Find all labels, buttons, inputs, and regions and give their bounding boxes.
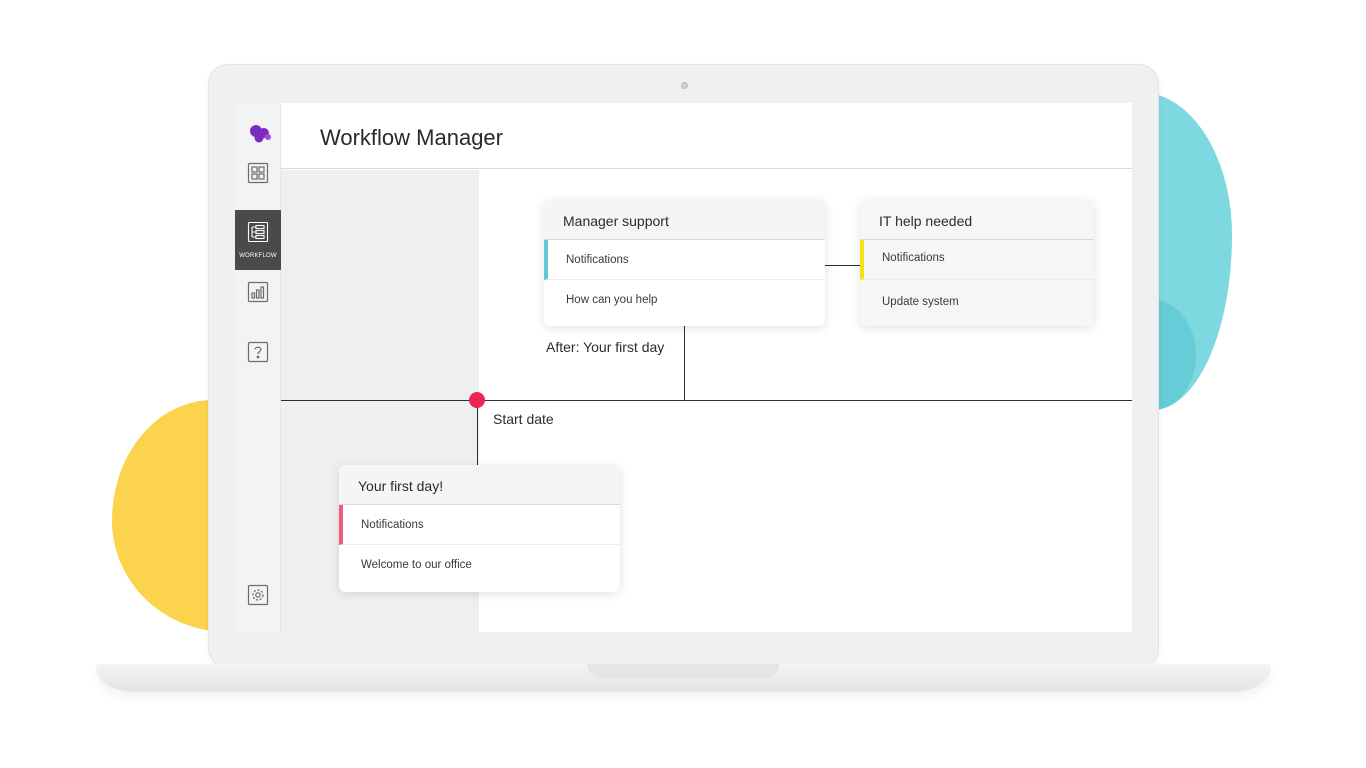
- page-header: Workflow Manager: [281, 103, 1132, 169]
- sidebar-item-workflow[interactable]: WORKFLOW: [235, 210, 281, 270]
- card-row-notifications[interactable]: Notifications: [860, 240, 1094, 280]
- sidebar: WORKFLOW: [235, 103, 281, 632]
- help-icon: [247, 341, 269, 368]
- connector-it-help: [825, 265, 860, 266]
- start-date-marker[interactable]: [469, 392, 485, 408]
- card-row-action[interactable]: How can you help: [544, 280, 825, 320]
- connector-first-day: [477, 400, 478, 465]
- page-title: Workflow Manager: [320, 125, 503, 150]
- card-row-notifications[interactable]: Notifications: [544, 240, 825, 280]
- workflow-icon: [247, 221, 269, 248]
- card-row-action[interactable]: Welcome to our office: [339, 545, 620, 585]
- camera: [681, 82, 688, 89]
- start-date-label: Start date: [493, 411, 554, 427]
- card-manager-support[interactable]: Manager support Notifications How can yo…: [544, 200, 825, 326]
- connector-manager-support: [684, 326, 685, 400]
- bar-chart-icon: [247, 281, 269, 308]
- sidebar-item-help[interactable]: [235, 334, 281, 374]
- card-row-action[interactable]: Update system: [860, 280, 1094, 320]
- sidebar-item-dashboard[interactable]: [235, 155, 281, 195]
- card-it-help[interactable]: IT help needed Notifications Update syst…: [860, 200, 1094, 326]
- after-first-day-label: After: Your first day: [546, 339, 665, 355]
- grid-icon: [247, 162, 269, 189]
- timeline-axis: [281, 400, 1132, 401]
- logo-icon: [247, 121, 273, 147]
- sidebar-item-reports[interactable]: [235, 274, 281, 314]
- card-title: Manager support: [544, 200, 825, 240]
- gear-icon: [247, 584, 269, 611]
- sidebar-item-settings[interactable]: [235, 577, 281, 617]
- laptop-base-notch: [587, 664, 779, 678]
- card-title: IT help needed: [860, 200, 1094, 240]
- app-screen: WORKFLOW Workflow Manager Start date Aft…: [235, 103, 1132, 632]
- card-first-day[interactable]: Your first day! Notifications Welcome to…: [339, 465, 620, 592]
- card-row-notifications[interactable]: Notifications: [339, 505, 620, 545]
- sidebar-item-label: WORKFLOW: [239, 253, 277, 259]
- card-title: Your first day!: [339, 465, 620, 505]
